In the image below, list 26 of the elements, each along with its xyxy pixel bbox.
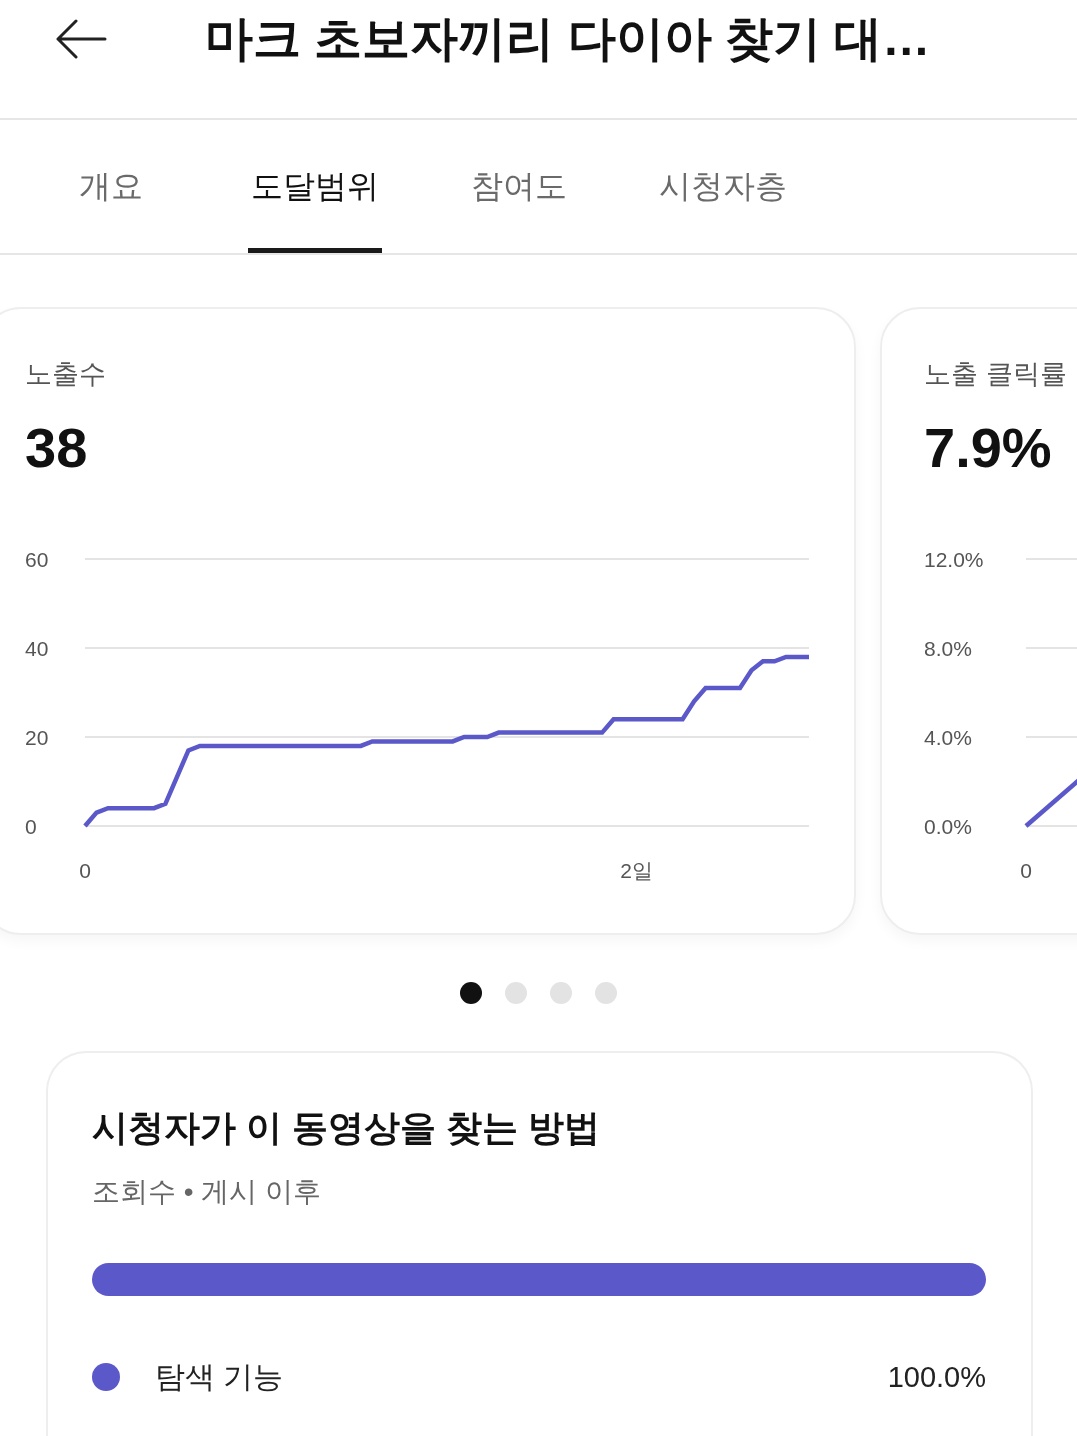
card-title: 시청자가 이 동영상을 찾는 방법 xyxy=(92,1106,601,1149)
y-axis-label: 8.0% xyxy=(924,636,972,660)
legend-value: 100.0% xyxy=(887,1360,986,1394)
legend-label: 탐색 기능 xyxy=(155,1358,284,1395)
metric-value: 7.9% xyxy=(924,415,1053,481)
metric-title: 노출수 xyxy=(25,358,107,391)
y-axis-label: 60 xyxy=(25,547,49,571)
metric-value: 38 xyxy=(25,415,89,481)
y-axis-label: 0.0% xyxy=(924,814,972,838)
y-axis-label: 0 xyxy=(25,814,37,838)
back-button[interactable] xyxy=(55,19,107,59)
back-arrow-icon xyxy=(55,19,107,59)
y-axis-label: 12.0% xyxy=(924,547,984,571)
tab[interactable]: 시청자층 xyxy=(656,120,790,253)
metric-title: 노출 클릭률 xyxy=(924,358,1068,391)
video-title: 마크 초보자끼리 다이아 찾기 대… xyxy=(205,11,931,68)
tab[interactable]: 도달범위 xyxy=(248,120,382,253)
y-axis-label: 20 xyxy=(25,725,49,749)
y-axis-label: 40 xyxy=(25,636,49,660)
x-axis-label: 0 xyxy=(1020,858,1032,882)
tab[interactable]: 개요 xyxy=(76,120,146,253)
tab[interactable]: 참여도 xyxy=(468,120,570,253)
card-subtitle: 조회수 • 게시 이후 xyxy=(92,1175,323,1209)
x-axis-label: 0 xyxy=(79,858,91,882)
x-axis-label: 2일 xyxy=(620,858,653,882)
y-axis-label: 4.0% xyxy=(924,725,972,749)
